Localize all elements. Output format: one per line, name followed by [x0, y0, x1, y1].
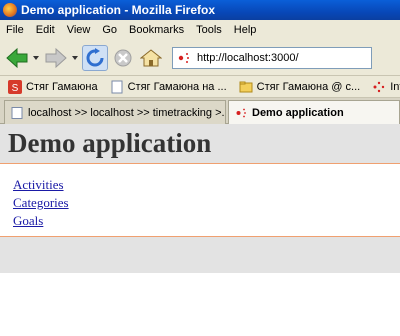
tab-bar: localhost >> localhost >> timetracking >…: [0, 98, 400, 124]
window-title: Demo application - Mozilla Firefox: [21, 3, 216, 17]
home-button[interactable]: [138, 45, 164, 71]
forward-arrow-icon: [45, 47, 67, 68]
navigation-toolbar: http://localhost:3000/: [0, 40, 400, 76]
bookmark-label: Стяг Гамаюна на ...: [127, 80, 227, 93]
window-titlebar: Demo application - Mozilla Firefox: [0, 0, 400, 20]
activities-link[interactable]: Activities: [13, 176, 69, 194]
bookmark-item[interactable]: Стяг Гамаюна @ с...: [239, 80, 361, 94]
back-arrow-icon: [6, 47, 28, 68]
tab-label: Demo application: [252, 106, 344, 119]
bookmarks-toolbar: S Стяг Гамаюна Стяг Гамаюна на ... Стяг …: [0, 76, 400, 98]
firefox-icon: [3, 3, 17, 17]
menu-bar: File Edit View Go Bookmarks Tools Help: [0, 20, 400, 40]
tab-label: localhost >> localhost >> timetracking >…: [28, 106, 226, 119]
page-title: Demo application: [8, 128, 212, 158]
tab-timetracking[interactable]: localhost >> localhost >> timetracking >…: [4, 100, 226, 124]
goals-link[interactable]: Goals: [13, 212, 69, 230]
folder-icon: [239, 81, 253, 92]
page-header: Demo application: [0, 124, 400, 164]
bookmark-label: Стяг Гамаюна: [26, 80, 98, 93]
stop-icon: [114, 49, 132, 66]
page-icon: [111, 80, 123, 93]
reload-button[interactable]: [82, 44, 108, 71]
page-icon: [11, 106, 23, 119]
bookmark-item[interactable]: S Стяг Гамаюна: [8, 79, 98, 94]
tab-demo-application[interactable]: Demo application: [228, 100, 400, 124]
address-url: http://localhost:3000/: [197, 51, 299, 64]
bookmark-item[interactable]: Стяг Гамаюна на ...: [110, 80, 227, 94]
dots-icon: [373, 81, 385, 92]
menu-bookmarks[interactable]: Bookmarks: [129, 24, 184, 36]
reload-icon: [86, 47, 104, 66]
home-icon: [140, 48, 162, 66]
page-footer: [0, 237, 400, 273]
bookmark-item[interactable]: IntraNe: [372, 80, 400, 94]
back-history-dropdown[interactable]: [32, 45, 40, 71]
forward-history-dropdown[interactable]: [71, 45, 79, 71]
menu-view[interactable]: View: [67, 24, 91, 36]
svg-text:S: S: [12, 83, 19, 94]
menu-edit[interactable]: Edit: [36, 24, 55, 36]
address-bar[interactable]: http://localhost:3000/: [172, 46, 372, 69]
bookmark-label: IntraNe: [390, 80, 400, 93]
bookmark-label: Стяг Гамаюна @ с...: [256, 80, 361, 93]
stop-button[interactable]: [110, 45, 136, 71]
page-content: Demo application Activities Categories G…: [0, 124, 400, 336]
menu-file[interactable]: File: [6, 24, 24, 36]
menu-go[interactable]: Go: [102, 24, 117, 36]
menu-help[interactable]: Help: [234, 24, 257, 36]
menu-tools[interactable]: Tools: [196, 24, 222, 36]
forward-button[interactable]: [43, 45, 69, 71]
back-button[interactable]: [4, 45, 30, 71]
chevron-down-icon: [72, 55, 78, 60]
chevron-down-icon: [33, 55, 39, 60]
site-favicon-icon: [236, 108, 246, 117]
site-favicon-icon: [178, 52, 189, 63]
page-nav-links: Activities Categories Goals: [13, 176, 69, 230]
s-icon: S: [8, 79, 22, 94]
categories-link[interactable]: Categories: [13, 194, 69, 212]
